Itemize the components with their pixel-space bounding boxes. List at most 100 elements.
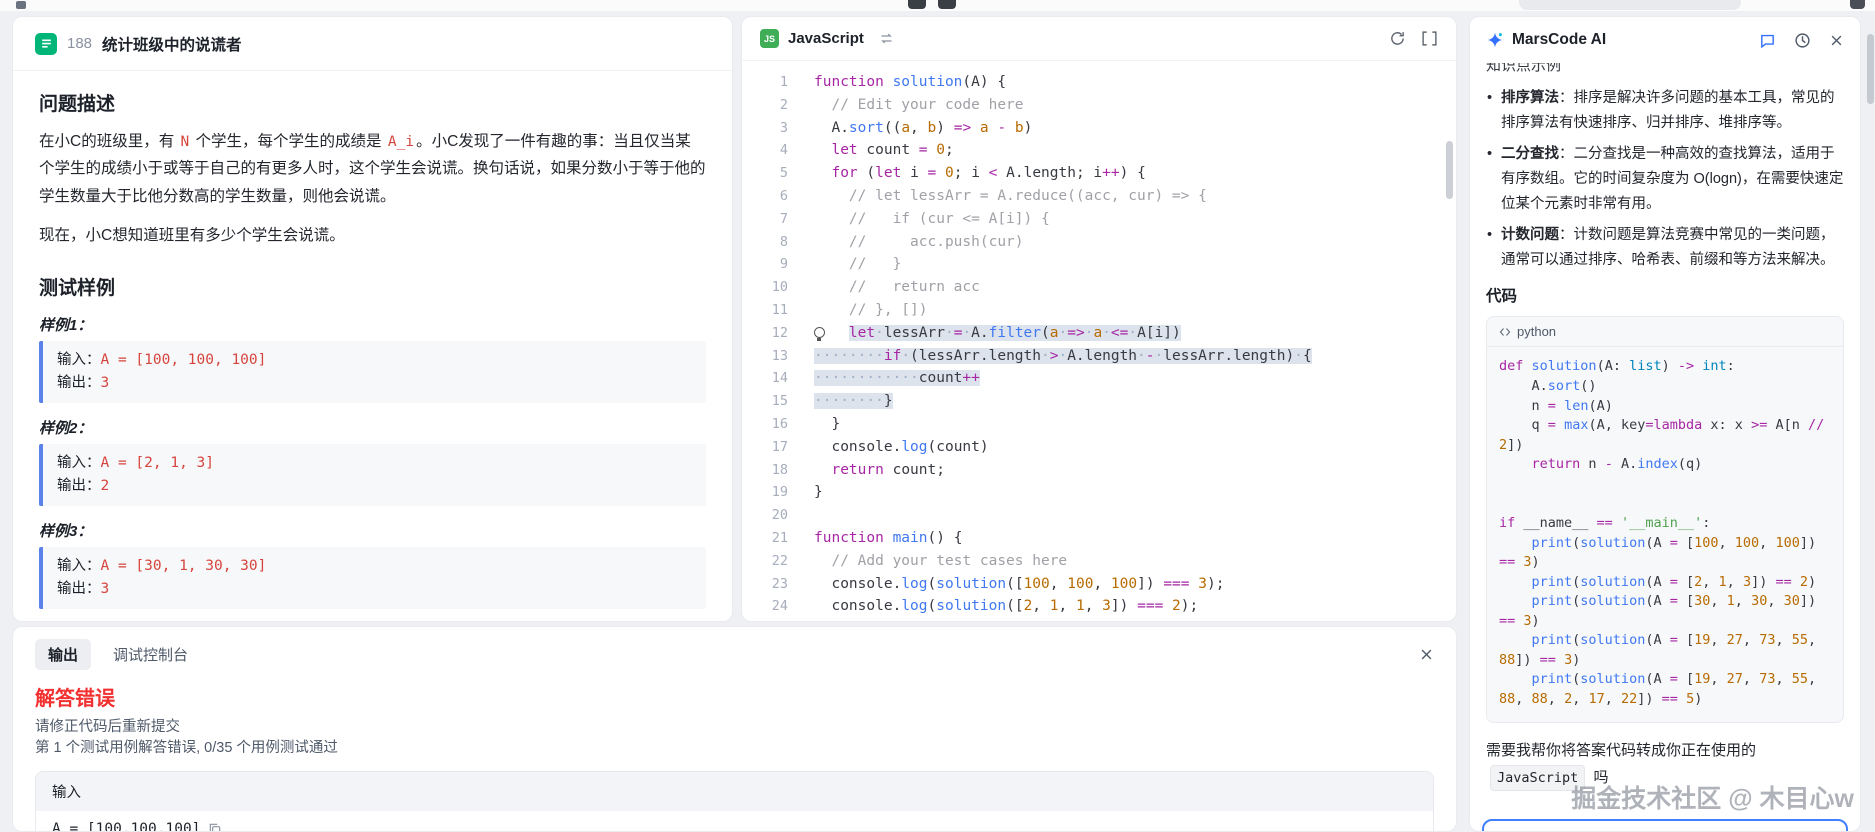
browser-top-strip [0, 0, 1875, 11]
ai-message-body: 知识点示例 排序算法：排序是解决许多问题的基本工具，常见的排序算法有快速排序、归… [1470, 63, 1860, 832]
problem-header: 188 统计班级中的说谎者 [13, 17, 732, 71]
line-number: 2 [742, 94, 802, 117]
line-number: 11 [742, 299, 802, 322]
new-chat-icon[interactable] [1759, 32, 1776, 49]
editor-line[interactable]: 1function solution(A) { [742, 71, 1456, 94]
clipped-heading: 知识点示例 [1486, 63, 1844, 76]
line-number: 23 [742, 573, 802, 596]
line-number: 7 [742, 208, 802, 231]
address-bar[interactable] [1519, 0, 1741, 10]
editor-line[interactable]: 7 // if (cur <= A[i]) { [742, 208, 1456, 231]
editor-line[interactable]: 9 // } [742, 253, 1456, 276]
page-scrollbar[interactable] [1867, 34, 1874, 104]
editor-line[interactable]: 13········if·(lessArr.length·>·A.length·… [742, 345, 1456, 368]
samples-list: 样例1： 输入：A = [100, 100, 100]输出：3 样例2： 输入：A =… [39, 314, 706, 609]
marscode-logo-icon [1486, 31, 1504, 49]
editor-header: JS JavaScript [742, 17, 1456, 61]
line-number: 18 [742, 459, 802, 482]
line-number: 15 [742, 390, 802, 413]
sample-label: 样例2： [39, 417, 706, 438]
browser-button[interactable] [908, 0, 926, 9]
problem-id: 188 [67, 35, 92, 52]
case-input-value: A = [100,100,100] [52, 821, 200, 832]
editor-line[interactable]: 2 // Edit your code here [742, 94, 1456, 117]
editor-line[interactable]: 14············count++ [742, 367, 1456, 390]
ai-header: MarsCode AI [1470, 17, 1860, 63]
editor-line[interactable]: 8 // acc.push(cur) [742, 231, 1456, 254]
editor-line[interactable]: 24 console.log(solution([2, 1, 1, 3]) ==… [742, 595, 1456, 618]
testcase-input-label: 输入 [36, 772, 1433, 811]
editor-line[interactable]: 22 // Add your test cases here [742, 550, 1456, 573]
editor-line[interactable]: 21function main() { [742, 527, 1456, 550]
tab-debug-console[interactable]: 调试控制台 [113, 644, 188, 665]
editor-language-label[interactable]: JavaScript [788, 30, 864, 47]
editor-line[interactable]: 25 console.log(solution([30, 1, 30, 30])… [742, 618, 1456, 622]
result-status: 解答错误 [35, 682, 1434, 711]
line-number: 13 [742, 345, 802, 368]
line-number: 12 [742, 322, 802, 345]
watermark: 掘金技术社区 @ 木目心w [1571, 779, 1854, 815]
console-tabs: 输出 调试控制台 [13, 627, 1456, 670]
editor-line[interactable]: 10 // return acc [742, 276, 1456, 299]
problem-panel: 188 统计班级中的说谎者 问题描述 在小C的班级里，有 N 个学生，每个学生的… [12, 16, 733, 622]
code-editor-panel: JS JavaScript 1function solution(A) {2 /… [741, 16, 1457, 622]
line-number: 16 [742, 413, 802, 436]
sample-io-box: 输入：A = [100, 100, 100]输出：3 [39, 341, 706, 403]
line-number: 5 [742, 162, 802, 185]
editor-line[interactable]: 17 console.log(count) [742, 436, 1456, 459]
editor-line[interactable]: 4 let count = 0; [742, 139, 1456, 162]
editor-scrollbar[interactable] [1446, 141, 1453, 199]
close-console-icon[interactable] [1419, 647, 1434, 662]
chat-input[interactable] [1482, 819, 1848, 832]
line-number: 8 [742, 231, 802, 254]
knowledge-bullet: 二分查找：二分查找是一种高效的查找算法，适用于有序数组。它的时间复杂度为 O(l… [1486, 142, 1844, 216]
knowledge-bullet: 排序算法：排序是解决许多问题的基本工具，常见的排序算法有快速排序、归并排序、堆排… [1486, 86, 1844, 135]
editor-line[interactable]: 6 // let lessArr = A.reduce((acc, cur) =… [742, 185, 1456, 208]
tab-output[interactable]: 输出 [35, 639, 91, 670]
problem-title: 统计班级中的说谎者 [102, 33, 242, 55]
line-number: 25 [742, 618, 802, 622]
browser-avatar[interactable] [1850, 0, 1865, 9]
line-number: 20 [742, 504, 802, 527]
code-icon [1499, 326, 1511, 338]
line-number: 14 [742, 367, 802, 390]
line-number: 6 [742, 185, 802, 208]
copy-icon[interactable] [208, 822, 222, 832]
inline-code: A_i [386, 134, 416, 150]
code-area[interactable]: 1function solution(A) {2 // Edit your co… [742, 61, 1456, 622]
ai-title: MarsCode AI [1512, 31, 1606, 49]
editor-line[interactable]: 5 for (let i = 0; i < A.length; i++) { [742, 162, 1456, 185]
editor-line[interactable]: 15········} [742, 390, 1456, 413]
site-logo [16, 1, 26, 9]
layout-toggle-icon[interactable] [1421, 30, 1438, 47]
line-number: 19 [742, 481, 802, 504]
editor-line[interactable]: 12 let·lessArr·=·A.filter(a·=>·a·<=·A[i]… [742, 322, 1456, 345]
language-switch-icon[interactable] [879, 31, 894, 46]
result-summary: 第 1 个测试用例解答错误, 0/35 个用例测试通过 [35, 738, 1434, 759]
editor-line[interactable]: 18 return count; [742, 459, 1456, 482]
line-number: 4 [742, 139, 802, 162]
inline-code: N [179, 134, 192, 150]
editor-line[interactable]: 19} [742, 481, 1456, 504]
line-number: 1 [742, 71, 802, 94]
samples-heading: 测试样例 [39, 273, 706, 300]
problem-list-icon [35, 33, 57, 55]
browser-button[interactable] [938, 0, 956, 9]
code-block-header: python [1487, 317, 1843, 347]
sample-label: 样例1： [39, 314, 706, 335]
line-number: 24 [742, 595, 802, 618]
editor-line[interactable]: 3 A.sort((a, b) => a - b) [742, 117, 1456, 140]
desc-heading: 问题描述 [39, 89, 706, 116]
marscode-ai-panel: MarsCode AI 知识点示例 排序算法：排序是解决许多问题的基本工具，常见… [1469, 16, 1861, 832]
editor-line[interactable]: 20 [742, 504, 1456, 527]
editor-line[interactable]: 11 // }, []) [742, 299, 1456, 322]
close-panel-icon[interactable] [1829, 33, 1844, 48]
editor-line[interactable]: 23 console.log(solution([100, 100, 100])… [742, 573, 1456, 596]
history-icon[interactable] [1794, 32, 1811, 49]
ai-code-block: python def solution(A: list) -> int: A.s… [1486, 316, 1844, 722]
quick-fix-lightbulb-icon[interactable] [814, 327, 825, 338]
sample-io-box: 输入：A = [2, 1, 3]输出：2 [39, 444, 706, 506]
reset-code-icon[interactable] [1389, 30, 1406, 47]
line-number: 21 [742, 527, 802, 550]
editor-line[interactable]: 16 } [742, 413, 1456, 436]
